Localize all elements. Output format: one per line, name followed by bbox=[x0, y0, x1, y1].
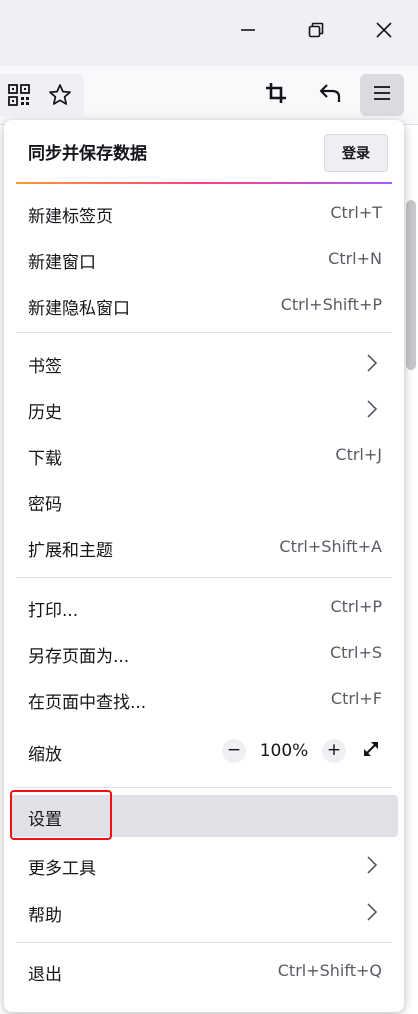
menu-item-label: 扩展和主题 bbox=[28, 541, 113, 561]
menu-item-downloads[interactable]: 下载 Ctrl+J bbox=[4, 434, 404, 476]
qr-code-icon[interactable] bbox=[8, 84, 30, 110]
fullscreen-button[interactable] bbox=[356, 736, 386, 766]
menu-separator bbox=[16, 787, 392, 788]
signin-button[interactable]: 登录 bbox=[324, 134, 388, 172]
menu-item-shortcut: Ctrl+Shift+A bbox=[279, 537, 382, 556]
menu-item-find-in-page[interactable]: 在页面中查找... Ctrl+F bbox=[4, 678, 404, 720]
zoom-reset-button[interactable]: 100% bbox=[246, 741, 322, 761]
menu-item-passwords[interactable]: 密码 bbox=[4, 480, 404, 522]
undo-button[interactable] bbox=[308, 74, 352, 116]
menu-item-history[interactable]: 历史 bbox=[4, 388, 404, 430]
menu-item-shortcut: Ctrl+Shift+P bbox=[280, 295, 382, 314]
menu-item-print[interactable]: 打印... Ctrl+P bbox=[4, 586, 404, 628]
window-titlebar bbox=[0, 0, 418, 66]
menu-separator bbox=[16, 332, 392, 333]
page-scrollbar[interactable] bbox=[406, 200, 416, 370]
menu-item-addons-themes[interactable]: 扩展和主题 Ctrl+Shift+A bbox=[4, 526, 404, 568]
menu-item-zoom: 缩放 − 100% + bbox=[4, 730, 404, 772]
menu-item-new-window[interactable]: 新建窗口 Ctrl+N bbox=[4, 238, 404, 280]
menu-item-shortcut: Ctrl+T bbox=[330, 203, 382, 222]
menu-separator bbox=[16, 577, 392, 578]
chevron-right-icon bbox=[364, 855, 380, 875]
zoom-label: 缩放 bbox=[28, 745, 62, 765]
zoom-controls: − 100% + bbox=[222, 736, 386, 766]
menu-item-help[interactable]: 帮助 bbox=[4, 891, 404, 933]
menu-item-shortcut: Ctrl+J bbox=[335, 445, 382, 464]
menu-item-label: 书签 bbox=[28, 357, 62, 377]
hamburger-menu-icon bbox=[373, 85, 391, 105]
menu-item-label: 另存页面为... bbox=[28, 647, 130, 667]
url-bar[interactable] bbox=[0, 74, 84, 116]
app-menu-panel: 同步并保存数据 登录 新建标签页 Ctrl+T 新建窗口 Ctrl+N 新建隐私… bbox=[4, 120, 404, 1012]
menu-item-shortcut: Ctrl+S bbox=[329, 643, 382, 662]
menu-item-label: 更多工具 bbox=[28, 859, 96, 879]
menu-item-more-tools[interactable]: 更多工具 bbox=[4, 844, 404, 886]
undo-icon bbox=[318, 82, 342, 108]
minimize-button[interactable] bbox=[228, 12, 268, 52]
chevron-right-icon bbox=[364, 353, 380, 373]
menu-item-label: 历史 bbox=[28, 403, 62, 423]
menu-separator bbox=[16, 942, 392, 943]
menu-item-shortcut: Ctrl+Shift+Q bbox=[277, 961, 382, 980]
nav-toolbar bbox=[0, 66, 418, 125]
crop-button[interactable] bbox=[254, 74, 298, 116]
sync-label: 同步并保存数据 bbox=[28, 144, 147, 164]
chevron-right-icon bbox=[364, 902, 380, 922]
close-window-button[interactable] bbox=[364, 12, 404, 52]
menu-item-label: 帮助 bbox=[28, 906, 62, 926]
menu-item-shortcut: Ctrl+P bbox=[330, 597, 382, 616]
menu-item-bookmarks[interactable]: 书签 bbox=[4, 342, 404, 384]
menu-item-shortcut: Ctrl+F bbox=[330, 689, 382, 708]
close-icon bbox=[376, 22, 392, 42]
settings-focus-outline bbox=[10, 790, 112, 840]
menu-item-shortcut: Ctrl+N bbox=[328, 249, 382, 268]
menu-item-label: 新建隐私窗口 bbox=[28, 299, 130, 319]
sync-section: 同步并保存数据 登录 bbox=[4, 120, 404, 182]
open-menu-button[interactable] bbox=[360, 74, 404, 116]
menu-item-new-tab[interactable]: 新建标签页 Ctrl+T bbox=[4, 192, 404, 234]
restore-icon bbox=[308, 22, 324, 42]
menu-item-label: 下载 bbox=[28, 449, 62, 469]
star-icon[interactable] bbox=[48, 83, 72, 111]
chevron-right-icon bbox=[364, 399, 380, 419]
minimize-icon bbox=[240, 22, 256, 42]
menu-item-label: 打印... bbox=[28, 601, 79, 621]
restore-button[interactable] bbox=[296, 12, 336, 52]
sync-gradient-divider bbox=[16, 182, 392, 184]
menu-item-exit[interactable]: 退出 Ctrl+Shift+Q bbox=[4, 950, 404, 992]
fullscreen-icon bbox=[361, 739, 381, 763]
zoom-in-button[interactable]: + bbox=[322, 739, 346, 763]
menu-item-new-private-window[interactable]: 新建隐私窗口 Ctrl+Shift+P bbox=[4, 284, 404, 326]
crop-icon bbox=[265, 82, 287, 108]
menu-item-save-page-as[interactable]: 另存页面为... Ctrl+S bbox=[4, 632, 404, 674]
menu-item-label: 新建窗口 bbox=[28, 253, 96, 273]
menu-item-label: 在页面中查找... bbox=[28, 693, 147, 713]
menu-item-label: 退出 bbox=[28, 965, 62, 985]
menu-item-label: 密码 bbox=[28, 495, 62, 515]
zoom-out-button[interactable]: − bbox=[222, 739, 246, 763]
menu-item-label: 新建标签页 bbox=[28, 207, 113, 227]
